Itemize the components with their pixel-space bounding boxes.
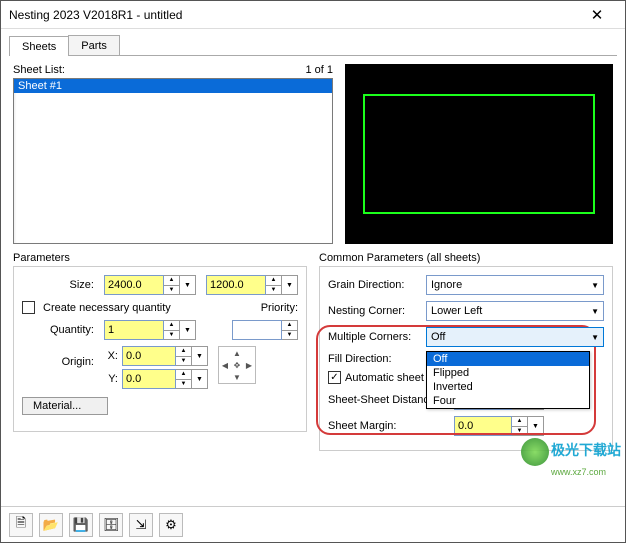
grain-direction-select[interactable]: Ignore▼ xyxy=(426,275,604,295)
size-label: Size: xyxy=(22,279,100,291)
dropdown-option[interactable]: Flipped xyxy=(427,366,589,380)
margin-spinner[interactable]: ▲▼ xyxy=(512,416,528,436)
origin-x-dropdown[interactable]: ▼ xyxy=(192,346,208,366)
export-icon[interactable]: ⇲ xyxy=(129,513,153,537)
common-parameters-label: Common Parameters (all sheets) xyxy=(319,252,613,264)
fill-direction-label: Fill Direction: xyxy=(328,353,426,365)
multiple-corners-dropdown-list[interactable]: Off Flipped Inverted Four xyxy=(426,351,590,409)
sheet-list-counter: 1 of 1 xyxy=(305,64,333,76)
dropdown-option[interactable]: Off xyxy=(427,352,589,366)
close-icon[interactable]: ✕ xyxy=(577,6,617,24)
x-label: X: xyxy=(104,350,118,362)
origin-x-spinner[interactable]: ▲▼ xyxy=(176,346,192,366)
origin-x-input[interactable]: 0.0 xyxy=(122,346,176,366)
size-height-spinner[interactable]: ▲▼ xyxy=(266,275,282,295)
material-button[interactable]: Material... xyxy=(22,397,108,415)
multiple-corners-label: Multiple Corners: xyxy=(328,331,426,343)
move-origin-grid[interactable]: ▲ ◀✥▶ ▼ xyxy=(218,346,256,384)
dropdown-option[interactable]: Inverted xyxy=(427,380,589,394)
origin-label: Origin: xyxy=(22,346,100,368)
priority-spinner[interactable]: ▲▼ xyxy=(282,320,298,340)
quantity-label: Quantity: xyxy=(22,324,100,336)
origin-y-input[interactable]: 0.0 xyxy=(122,369,176,389)
origin-y-dropdown[interactable]: ▼ xyxy=(192,369,208,389)
settings-icon[interactable]: ⚙ xyxy=(159,513,183,537)
saveas-icon[interactable]: 🗄 xyxy=(99,513,123,537)
chevron-down-icon: ▼ xyxy=(591,333,599,342)
quantity-input[interactable]: 1 xyxy=(104,320,164,340)
parameters-label: Parameters xyxy=(13,252,307,264)
nesting-corner-select[interactable]: Lower Left▼ xyxy=(426,301,604,321)
size-width-spinner[interactable]: ▲▼ xyxy=(164,275,180,295)
window-title: Nesting 2023 V2018R1 - untitled xyxy=(9,8,577,22)
chevron-down-icon: ▼ xyxy=(591,307,599,316)
list-item[interactable]: Sheet #1 xyxy=(14,79,332,93)
quantity-spinner[interactable]: ▲▼ xyxy=(164,320,180,340)
size-height-dropdown[interactable]: ▼ xyxy=(282,275,298,295)
tab-parts[interactable]: Parts xyxy=(68,35,120,55)
automatic-sheet-label: Automatic sheet xyxy=(345,372,424,384)
open-icon[interactable]: 📂 xyxy=(39,513,63,537)
priority-input[interactable] xyxy=(232,320,282,340)
sheet-list-label: Sheet List: xyxy=(13,64,65,76)
create-quantity-checkbox[interactable] xyxy=(22,301,35,314)
grain-direction-label: Grain Direction: xyxy=(328,279,426,291)
save-icon[interactable]: 💾 xyxy=(69,513,93,537)
nesting-corner-label: Nesting Corner: xyxy=(328,305,426,317)
origin-y-spinner[interactable]: ▲▼ xyxy=(176,369,192,389)
new-icon[interactable]: 🗎 xyxy=(9,513,33,537)
tab-sheets[interactable]: Sheets xyxy=(9,36,69,56)
sheet-preview xyxy=(345,64,613,244)
sheet-margin-input[interactable]: 0.0 xyxy=(454,416,512,436)
preview-rect xyxy=(363,94,595,214)
sheet-list[interactable]: Sheet #1 xyxy=(13,78,333,244)
size-width-dropdown[interactable]: ▼ xyxy=(180,275,196,295)
automatic-sheet-checkbox[interactable]: ✓ xyxy=(328,371,341,384)
create-quantity-label: Create necessary quantity xyxy=(43,302,171,314)
size-height-input[interactable]: 1200.0 xyxy=(206,275,266,295)
margin-dropdown[interactable]: ▼ xyxy=(528,416,544,436)
quantity-dropdown[interactable]: ▼ xyxy=(180,320,196,340)
priority-label: Priority: xyxy=(261,302,298,314)
multiple-corners-select[interactable]: Off▼ xyxy=(426,327,604,347)
sheet-margin-label: Sheet Margin: xyxy=(328,420,454,432)
y-label: Y: xyxy=(104,373,118,385)
dropdown-option[interactable]: Four xyxy=(427,394,589,408)
size-width-input[interactable]: 2400.0 xyxy=(104,275,164,295)
chevron-down-icon: ▼ xyxy=(591,281,599,290)
